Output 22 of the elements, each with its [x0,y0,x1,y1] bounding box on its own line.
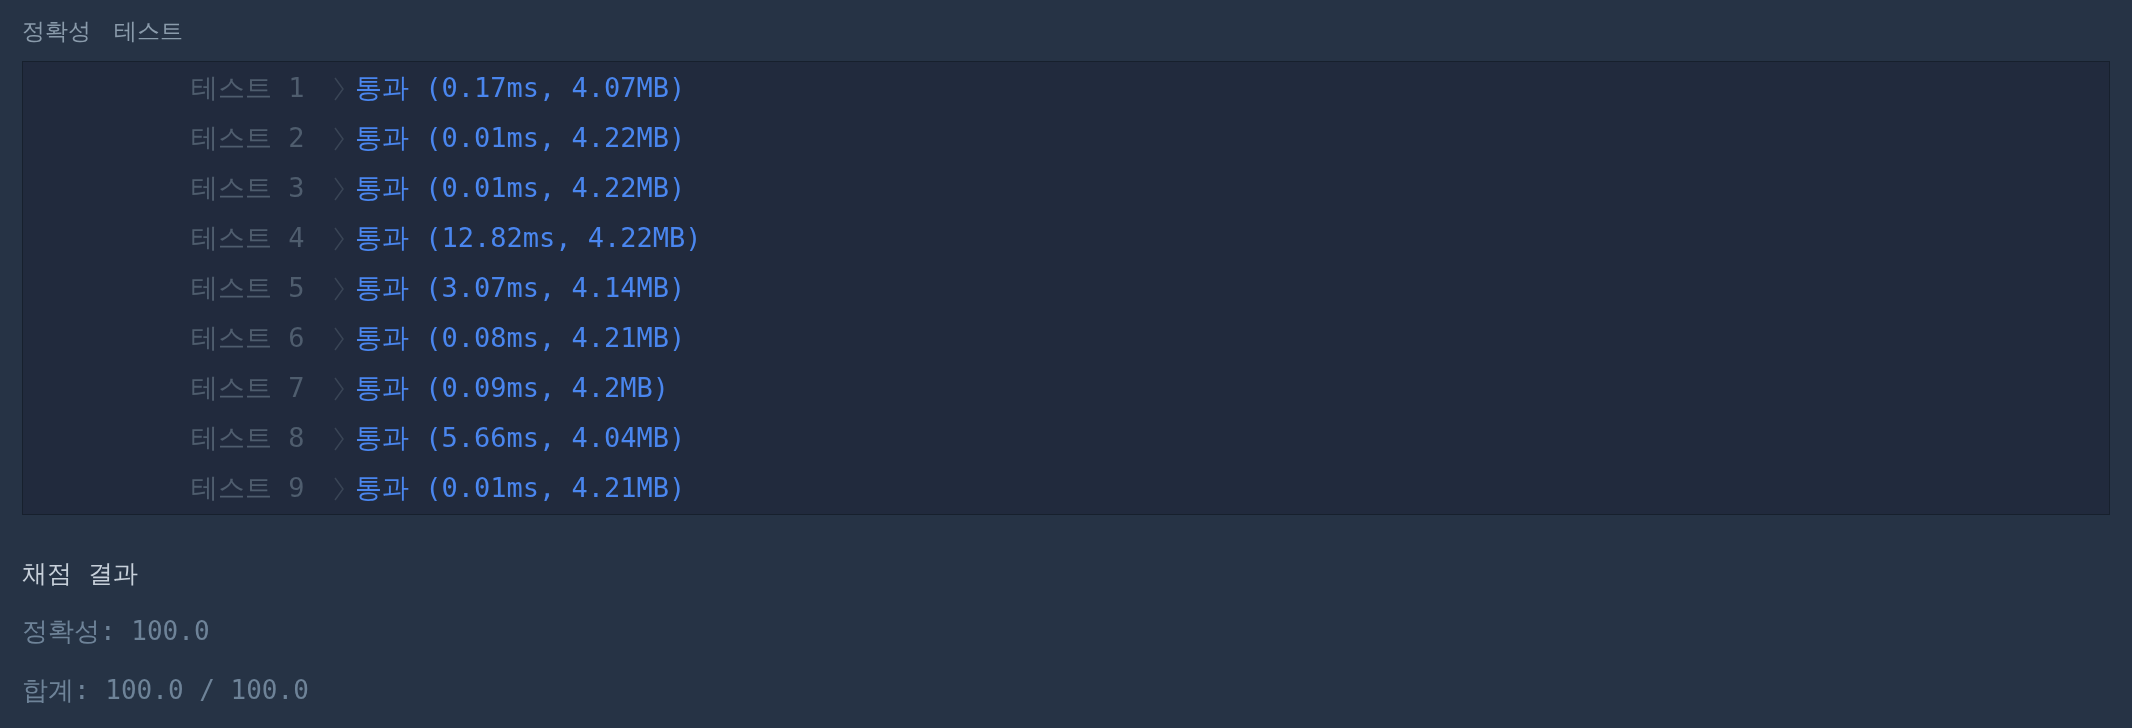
score-line: 정확성: 100.0 [22,615,210,648]
chevron-right-icon [333,275,345,302]
section-title: 정확성 테스트 [22,17,184,46]
score-line: 합계: 100.0 / 100.0 [22,674,309,707]
chevron-right-icon [333,425,345,452]
test-result: 통과 (0.08ms, 4.21MB) [355,321,686,356]
chevron-right-icon [333,75,345,102]
test-result: 통과 (0.01ms, 4.21MB) [355,471,686,506]
test-result: 통과 (0.01ms, 4.22MB) [355,121,686,156]
test-result: 통과 (0.17ms, 4.07MB) [355,71,686,106]
chevron-right-icon [333,475,345,502]
chevron-right-icon [333,225,345,252]
chevron-right-icon [333,325,345,352]
test-result: 통과 (5.66ms, 4.04MB) [355,421,686,456]
test-result: 통과 (3.07ms, 4.14MB) [355,271,686,306]
test-result: 통과 (0.01ms, 4.22MB) [355,171,686,206]
test-result: 통과 (12.82ms, 4.22MB) [355,221,702,256]
chevron-right-icon [333,125,345,152]
test-result: 통과 (0.09ms, 4.2MB) [355,371,670,406]
grading-title: 채점 결과 [22,557,138,590]
chevron-right-icon [333,175,345,202]
chevron-right-icon [333,375,345,402]
